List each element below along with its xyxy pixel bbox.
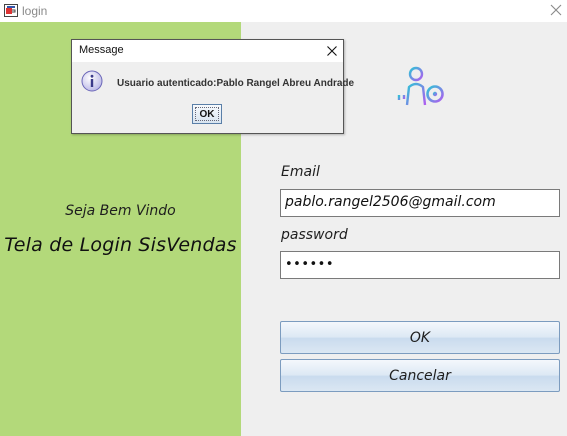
dialog-titlebar: Message: [72, 40, 343, 62]
dialog-close-icon[interactable]: [325, 44, 339, 58]
window-close-icon[interactable]: [549, 3, 563, 17]
password-field[interactable]: ••••••: [280, 251, 560, 279]
email-field[interactable]: pablo.rangel2506@gmail.com: [280, 189, 560, 217]
window-title: login: [22, 4, 48, 18]
email-label: Email: [281, 164, 320, 180]
cancel-button[interactable]: Cancelar: [280, 359, 560, 392]
window-titlebar: login: [0, 0, 567, 22]
ok-button[interactable]: OK: [280, 321, 560, 354]
welcome-text: Seja Bem Vindo: [65, 203, 176, 219]
info-icon: [81, 70, 103, 92]
dialog-title: Message: [79, 44, 124, 56]
coffee-cup-icon: [4, 4, 18, 17]
screen-title: Tela de Login SisVendas: [4, 234, 237, 256]
password-label: password: [281, 227, 348, 243]
user-key-icon: [396, 66, 444, 106]
dialog-message: Usuario autenticado:Pablo Rangel Abreu A…: [117, 78, 355, 89]
dialog-ok-button[interactable]: OK: [192, 104, 222, 124]
message-dialog: Message Usuario autenticado:Pablo Rangel…: [71, 39, 354, 134]
